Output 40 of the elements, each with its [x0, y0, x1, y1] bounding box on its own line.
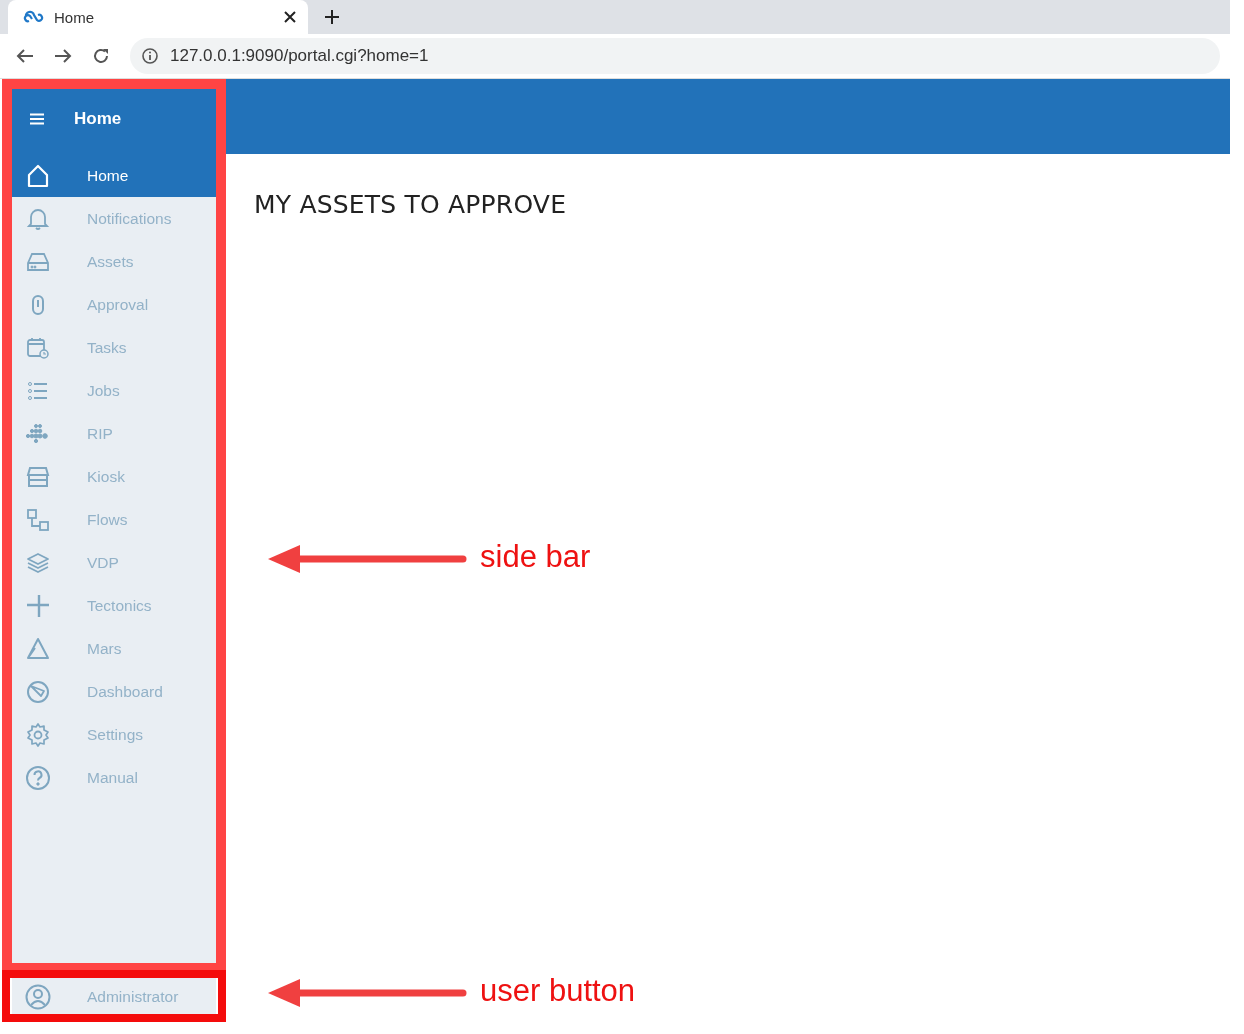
user-icon	[25, 984, 51, 1010]
nav-item[interactable]: Assets	[12, 240, 216, 283]
nav-item[interactable]: Approval	[12, 283, 216, 326]
url-text: 127.0.0.1:9090/portal.cgi?home=1	[170, 46, 429, 66]
nav-item[interactable]: Dashboard	[12, 670, 216, 713]
triangle-icon	[25, 635, 51, 662]
nav-item[interactable]: Flows	[12, 498, 216, 541]
flow-icon	[25, 506, 51, 533]
callout-label: user button	[480, 973, 636, 1009]
new-tab-icon[interactable]	[324, 9, 340, 25]
gauge-icon	[25, 678, 51, 705]
nav-item[interactable]: Kiosk	[12, 455, 216, 498]
nav-item[interactable]: RIP	[12, 412, 216, 455]
cross-icon	[25, 592, 51, 619]
back-icon[interactable]	[16, 48, 34, 64]
help-icon	[25, 764, 51, 791]
nav-item[interactable]: VDP	[12, 541, 216, 584]
page-heading: MY ASSETS TO APPROVE	[254, 190, 568, 219]
nav-item[interactable]: Home	[12, 154, 216, 197]
nav-item[interactable]: Mars	[12, 627, 216, 670]
menu-icon[interactable]	[30, 113, 44, 125]
forward-icon[interactable]	[54, 48, 72, 64]
cloud-icon	[22, 9, 44, 25]
callout-label: side bar	[480, 539, 591, 575]
user-button[interactable]: Administrator	[12, 979, 216, 1015]
info-icon	[142, 48, 158, 64]
sidebar-title: Home	[74, 109, 122, 129]
nav-item[interactable]: Tasks	[12, 326, 216, 369]
nav-item[interactable]: Notifications	[12, 197, 216, 240]
browser-tab[interactable]: Home	[8, 0, 308, 34]
close-icon[interactable]	[284, 11, 296, 23]
nav-item[interactable]: Tectonics	[12, 584, 216, 627]
reload-icon[interactable]	[92, 47, 110, 65]
nav-item[interactable]: Jobs	[12, 369, 216, 412]
nav-item[interactable]: Manual	[12, 756, 216, 799]
nav-item[interactable]: Settings	[12, 713, 216, 756]
tab-title: Home	[54, 8, 95, 26]
settings-icon	[25, 721, 51, 748]
house-icon	[25, 162, 51, 189]
address-bar[interactable]: 127.0.0.1:9090/portal.cgi?home=1	[130, 38, 1220, 74]
